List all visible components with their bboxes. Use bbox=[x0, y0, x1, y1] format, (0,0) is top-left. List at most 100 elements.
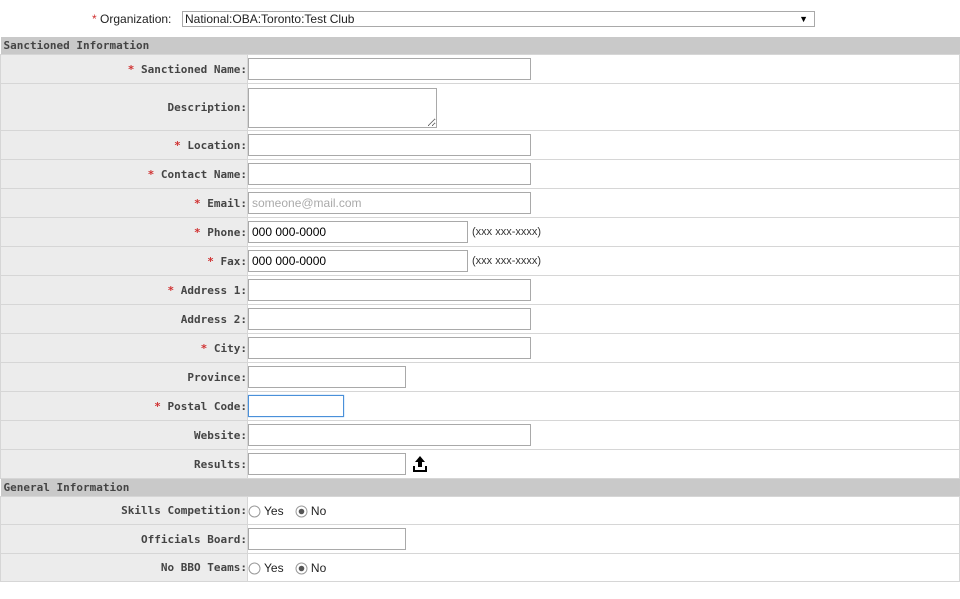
form-row-skills-competition: Skills Competition: Yes No bbox=[0, 496, 960, 525]
skills-competition-no-option[interactable]: No bbox=[295, 503, 326, 518]
address1-input[interactable] bbox=[248, 279, 531, 301]
organization-selected-value: National:OBA:Toronto:Test Club bbox=[185, 12, 355, 26]
field-label: Results: bbox=[0, 449, 248, 479]
required-mark: * bbox=[200, 341, 208, 355]
form-row-address2: Address 2: bbox=[0, 304, 960, 334]
form-row-postal-code: * Postal Code: bbox=[0, 391, 960, 421]
radio-unchecked-icon[interactable] bbox=[248, 562, 261, 575]
organization-select[interactable]: National:OBA:Toronto:Test Club ▼ bbox=[182, 11, 815, 27]
form-row-city: * City: bbox=[0, 333, 960, 363]
form-row-contact-name: * Contact Name: bbox=[0, 159, 960, 189]
province-input[interactable] bbox=[248, 366, 406, 388]
required-mark: * bbox=[174, 138, 181, 152]
radio-label-no: No bbox=[310, 504, 327, 519]
required-mark: * bbox=[127, 62, 135, 76]
sanctioned-name-label: Sanctioned Name: bbox=[141, 62, 247, 76]
field-label: * Email: bbox=[0, 188, 248, 218]
form-row-officials-board: Officials Board: bbox=[0, 524, 960, 554]
form-row-location: * Location: bbox=[0, 130, 960, 160]
form-row-email: * Email: bbox=[0, 188, 960, 218]
website-input[interactable] bbox=[248, 424, 531, 446]
chevron-down-icon: ▼ bbox=[799, 14, 808, 24]
organization-label-text: Organization: bbox=[100, 12, 172, 26]
field-label: * City: bbox=[0, 333, 248, 363]
field-label: Description: bbox=[0, 83, 248, 131]
contact-name-label: Contact Name: bbox=[160, 167, 247, 181]
field-label: * Sanctioned Name: bbox=[0, 54, 248, 84]
radio-checked-icon[interactable] bbox=[295, 505, 308, 518]
section-title-sanctioned: Sanctioned Information bbox=[0, 37, 960, 55]
no-bbo-teams-yes-option[interactable]: Yes bbox=[248, 560, 284, 575]
form-row-province: Province: bbox=[0, 362, 960, 392]
address1-label: Address 1: bbox=[180, 283, 247, 297]
field-label: * Contact Name: bbox=[0, 159, 248, 189]
results-input[interactable] bbox=[248, 453, 406, 475]
required-mark: * bbox=[194, 225, 201, 239]
address2-label: Address 2: bbox=[180, 312, 247, 326]
address2-input[interactable] bbox=[248, 308, 531, 330]
fax-input[interactable] bbox=[248, 250, 468, 272]
form-row-no-bbo-teams: No BBO Teams: Yes No bbox=[0, 553, 960, 582]
no-bbo-teams-no-option[interactable]: No bbox=[295, 560, 326, 575]
email-input[interactable] bbox=[248, 192, 531, 214]
form-row-website: Website: bbox=[0, 420, 960, 450]
postal-code-label: Postal Code: bbox=[167, 399, 247, 413]
field-label: Province: bbox=[0, 362, 248, 392]
contact-name-input[interactable] bbox=[248, 163, 531, 185]
fax-format-hint: (xxx xxx-xxxx) bbox=[472, 255, 542, 267]
radio-checked-icon[interactable] bbox=[295, 562, 308, 575]
required-mark: * bbox=[207, 254, 214, 268]
city-input[interactable] bbox=[248, 337, 531, 359]
required-mark: * bbox=[154, 399, 161, 413]
city-label: City: bbox=[213, 341, 247, 355]
field-label: * Fax: bbox=[0, 246, 248, 276]
radio-unchecked-icon[interactable] bbox=[248, 505, 261, 518]
phone-format-hint: (xxx xxx-xxxx) bbox=[472, 226, 542, 238]
form-row-phone: * Phone: (xxx xxx-xxxx) bbox=[0, 217, 960, 247]
field-label: * Phone: bbox=[0, 217, 248, 247]
radio-label-yes: Yes bbox=[264, 504, 284, 519]
website-label: Website: bbox=[194, 428, 247, 442]
field-label: * Postal Code: bbox=[0, 391, 248, 421]
field-label: Address 2: bbox=[0, 304, 248, 334]
field-label: * Address 1: bbox=[0, 275, 248, 305]
form-row-sanctioned-name: * Sanctioned Name: bbox=[0, 54, 960, 84]
section-header-general: General Information bbox=[0, 478, 960, 497]
form-row-description: Description: bbox=[0, 83, 960, 131]
officials-board-input[interactable] bbox=[248, 528, 406, 550]
skills-competition-label: Skills Competition: bbox=[121, 504, 247, 517]
form-row-address1: * Address 1: bbox=[0, 275, 960, 305]
section-header-sanctioned: Sanctioned Information bbox=[0, 37, 960, 55]
required-mark: * bbox=[167, 283, 175, 297]
organization-row: * Organization: National:OBA:Toronto:Tes… bbox=[0, 8, 960, 30]
phone-label: Phone: bbox=[207, 225, 247, 239]
sanction-form: Sanctioned Information * Sanctioned Name… bbox=[0, 37, 960, 582]
location-input[interactable] bbox=[248, 134, 531, 156]
field-label: No BBO Teams: bbox=[0, 553, 248, 582]
organization-label: * Organization: bbox=[92, 12, 171, 26]
postal-code-input[interactable] bbox=[248, 395, 344, 417]
required-mark: * bbox=[194, 196, 201, 210]
skills-competition-yes-option[interactable]: Yes bbox=[248, 503, 284, 518]
officials-board-label: Officials Board: bbox=[141, 532, 247, 546]
description-textarea[interactable] bbox=[248, 87, 437, 128]
no-bbo-teams-label: No BBO Teams: bbox=[160, 561, 247, 574]
field-label: Skills Competition: bbox=[0, 496, 248, 525]
radio-label-yes: Yes bbox=[264, 561, 284, 576]
fax-label: Fax: bbox=[220, 254, 248, 268]
field-label: Officials Board: bbox=[0, 524, 248, 554]
form-row-fax: * Fax: (xxx xxx-xxxx) bbox=[0, 246, 960, 276]
location-label: Location: bbox=[187, 138, 247, 152]
required-mark: * bbox=[92, 12, 97, 26]
description-label: Description: bbox=[167, 100, 247, 114]
radio-label-no: No bbox=[310, 561, 327, 576]
results-label: Results: bbox=[194, 457, 247, 471]
required-mark: * bbox=[147, 167, 155, 181]
sanctioned-name-input[interactable] bbox=[248, 58, 531, 80]
form-row-results: Results: bbox=[0, 449, 960, 479]
phone-input[interactable] bbox=[248, 221, 468, 243]
email-label: Email: bbox=[207, 196, 247, 210]
upload-icon[interactable] bbox=[412, 455, 428, 473]
section-title-general: General Information bbox=[0, 478, 960, 497]
field-label: * Location: bbox=[0, 130, 248, 160]
